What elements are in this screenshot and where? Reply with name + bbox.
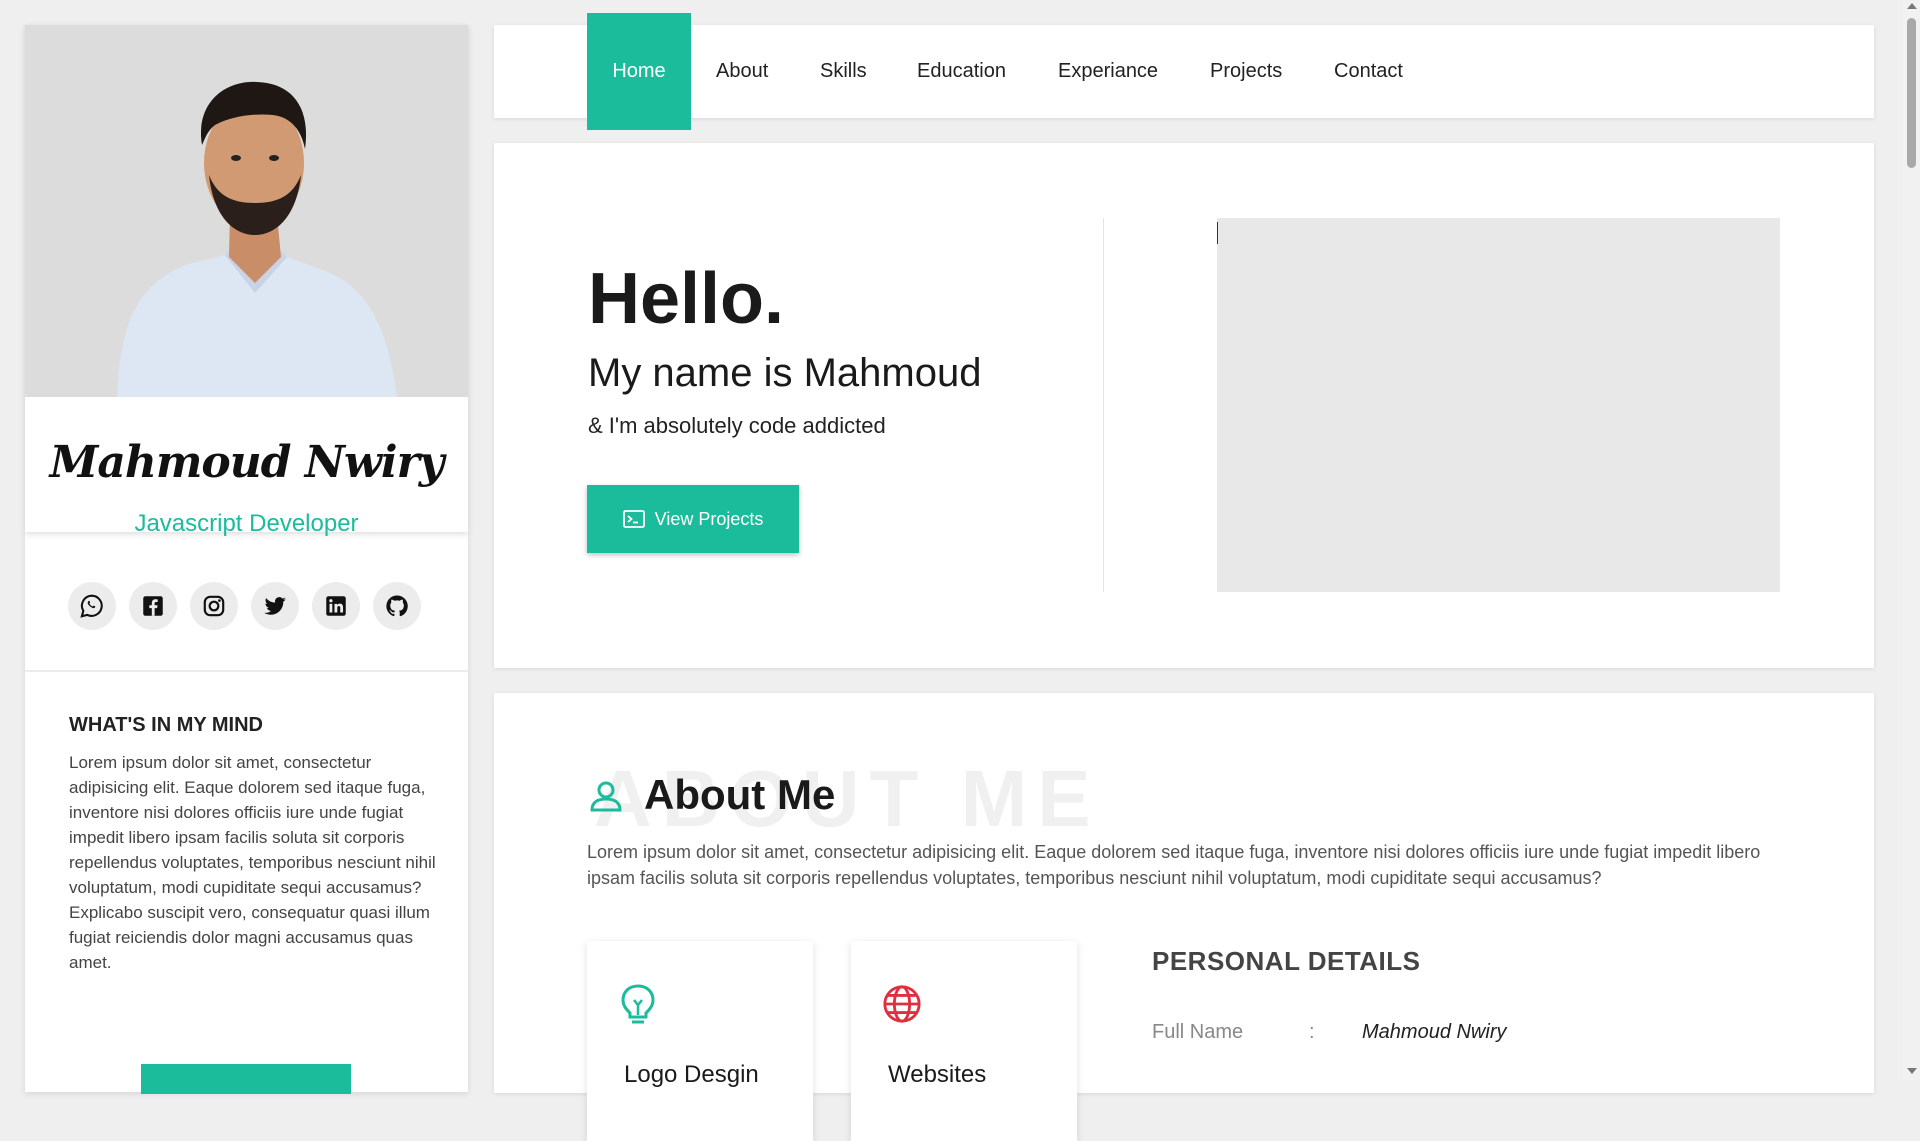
globe-icon bbox=[883, 985, 921, 1023]
user-icon bbox=[590, 781, 622, 812]
text-cursor bbox=[1217, 222, 1218, 244]
nav-about[interactable]: About bbox=[716, 25, 768, 118]
top-navigation: Home About Skills Education Experiance P… bbox=[494, 13, 1874, 130]
scrollbar-thumb[interactable] bbox=[1907, 18, 1916, 168]
hero-section: Hello. My name is Mahmoud & I'm absolute… bbox=[494, 143, 1874, 668]
detail-separator: : bbox=[1309, 1021, 1315, 1043]
twitter-link[interactable] bbox=[251, 582, 299, 630]
twitter-icon bbox=[264, 597, 286, 615]
nav-experiance[interactable]: Experiance bbox=[1058, 25, 1158, 118]
github-link[interactable] bbox=[373, 582, 421, 630]
scroll-down-arrow-icon[interactable] bbox=[1907, 1068, 1917, 1074]
service-card-logo[interactable]: Logo Desgin bbox=[587, 941, 813, 1141]
linkedin-icon bbox=[326, 596, 346, 616]
about-section: ABOUT ME About Me Lorem ipsum dolor sit … bbox=[494, 693, 1874, 1141]
mind-heading: WHAT'S IN MY MIND bbox=[69, 714, 264, 736]
view-projects-button[interactable]: View Projects bbox=[587, 485, 799, 553]
nav-skills[interactable]: Skills bbox=[820, 25, 867, 118]
scroll-up-arrow-icon[interactable] bbox=[1907, 3, 1917, 9]
hero-media-placeholder bbox=[1217, 218, 1780, 592]
profile-role: Javascript Developer bbox=[134, 510, 359, 537]
sidebar-divider bbox=[25, 670, 468, 672]
profile-photo bbox=[25, 25, 468, 397]
hero-name-line: My name is Mahmoud bbox=[588, 351, 982, 395]
detail-value-fullname: Mahmoud Nwiry bbox=[1362, 1021, 1507, 1043]
hero-divider bbox=[1103, 218, 1104, 592]
github-icon bbox=[386, 595, 408, 617]
nav-contact[interactable]: Contact bbox=[1334, 25, 1403, 118]
facebook-icon bbox=[143, 596, 163, 616]
hero-tagline: & I'm absolutely code addicted bbox=[588, 413, 886, 438]
sidebar-button[interactable] bbox=[141, 1064, 351, 1094]
vertical-scrollbar[interactable] bbox=[1903, 0, 1920, 1080]
terminal-icon bbox=[622, 510, 645, 528]
hero-hello: Hello. bbox=[588, 259, 785, 339]
service-title: Websites bbox=[888, 1061, 987, 1088]
about-text: Lorem ipsum dolor sit amet, consectetur … bbox=[587, 842, 1761, 888]
view-projects-label: View Projects bbox=[654, 508, 764, 529]
whatsapp-link[interactable] bbox=[68, 582, 116, 630]
mind-text: Lorem ipsum dolor sit amet, consectetur … bbox=[69, 753, 436, 972]
service-card-websites[interactable]: Websites bbox=[851, 941, 1077, 1141]
service-title: Logo Desgin bbox=[624, 1061, 759, 1088]
nav-home[interactable]: Home bbox=[587, 13, 691, 130]
linkedin-link[interactable] bbox=[312, 582, 360, 630]
nav-projects[interactable]: Projects bbox=[1210, 25, 1282, 118]
profile-card: Mahmoud Nwiry Javascript Developer bbox=[25, 25, 468, 537]
detail-label-fullname: Full Name bbox=[1152, 1021, 1244, 1043]
facebook-link[interactable] bbox=[129, 582, 177, 630]
nav-education[interactable]: Education bbox=[917, 25, 1006, 118]
about-title: About Me bbox=[644, 771, 836, 818]
whatsapp-icon bbox=[80, 594, 103, 618]
instagram-link[interactable] bbox=[190, 582, 238, 630]
lightbulb-icon bbox=[621, 984, 655, 1024]
instagram-icon bbox=[203, 595, 225, 617]
personal-details-title: PERSONAL DETAILS bbox=[1152, 946, 1421, 976]
sidebar-panel: WHAT'S IN MY MIND Lorem ipsum dolor sit … bbox=[25, 532, 468, 1094]
profile-name: Mahmoud Nwiry bbox=[49, 437, 445, 488]
social-links bbox=[68, 582, 421, 630]
